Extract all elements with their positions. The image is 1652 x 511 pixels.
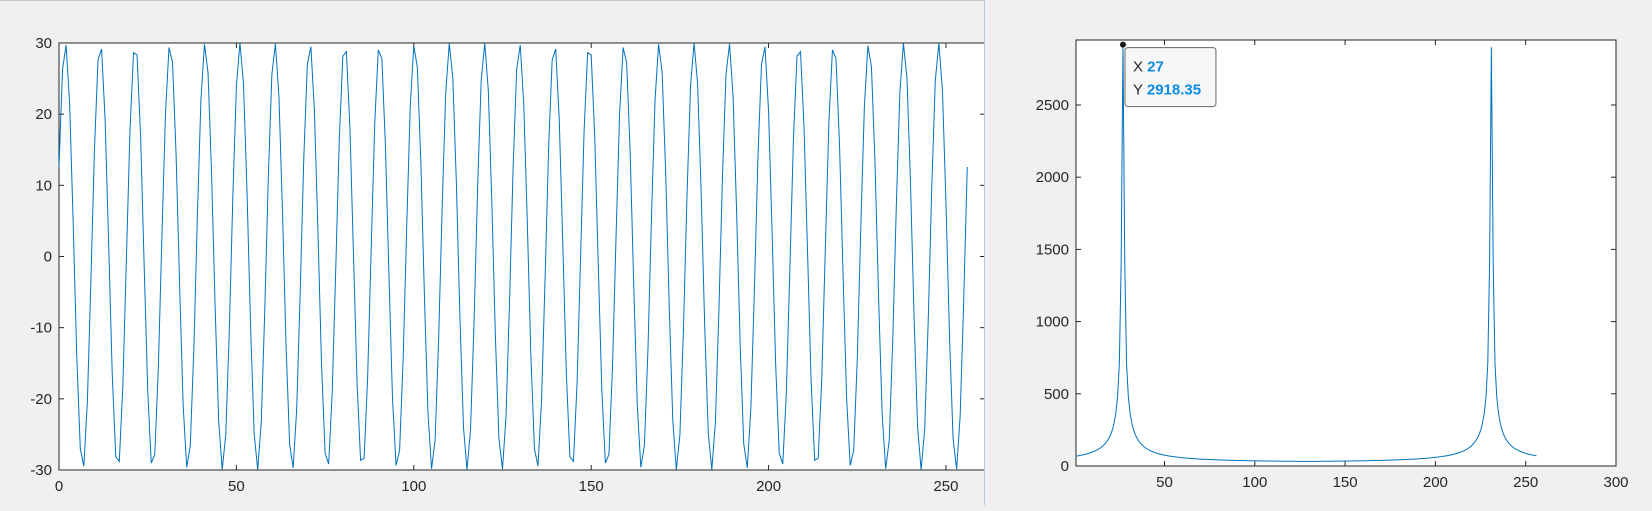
y-tick-label: 10 [35,177,52,194]
datatip-x-row: X 27 [1133,59,1164,76]
x-tick-label: 200 [1423,474,1448,491]
time-domain-chart[interactable]: 0 50 100 150 200 250 -30 -20 -10 0 10 20 30 [0,1,986,506]
y-tick-label: 0 [1061,458,1069,475]
y-tick-label: -30 [30,462,52,479]
y-tick-label: 2000 [1036,169,1069,186]
datatip-marker[interactable] [1119,41,1126,48]
y-tick-label: 0 [44,249,52,266]
x-tick-label: 300 [1603,474,1628,491]
datatip-y-label: Y [1133,82,1147,99]
x-tick-label: 250 [933,478,958,495]
x-tick-label: 50 [228,478,245,495]
datatip-x-value: 27 [1147,59,1164,76]
y-tick-label: 20 [35,106,52,123]
y-tick-label: -20 [30,391,52,408]
x-tick-label: 100 [401,478,426,495]
datatip[interactable]: X 27Y 2918.35 [1124,47,1217,108]
x-tick-label: 150 [579,478,604,495]
y-tick-label: 30 [35,35,52,52]
spectrum-chart[interactable]: 50 100 150 200 250 300 0 500 1000 1500 2000 2500 X 2… [986,0,1652,505]
y-tick-label: 500 [1044,386,1069,403]
figure-divider [984,0,985,505]
right-figure: 50 100 150 200 250 300 0 500 1000 1500 2000 2500 X 2… [986,0,1652,505]
x-tick-label: 0 [55,478,63,495]
datatip-y-value: 2918.35 [1147,82,1201,99]
y-tick-label: 2500 [1036,97,1069,114]
datatip-y-row: Y 2918.35 [1133,82,1201,99]
x-tick-label: 250 [1513,474,1538,491]
datatip-x-label: X [1133,59,1147,76]
x-tick-label: 200 [756,478,781,495]
x-tick-label: 150 [1333,474,1358,491]
x-tick-label: 100 [1242,474,1267,491]
y-tick-label: 1500 [1036,241,1069,258]
y-tick-label: 1000 [1036,314,1069,331]
y-tick-label: -10 [30,320,52,337]
plot-area-left [59,43,985,470]
left-figure: 0 50 100 150 200 250 -30 -20 -10 0 10 20 30 [0,0,986,506]
x-tick-label: 50 [1156,474,1173,491]
